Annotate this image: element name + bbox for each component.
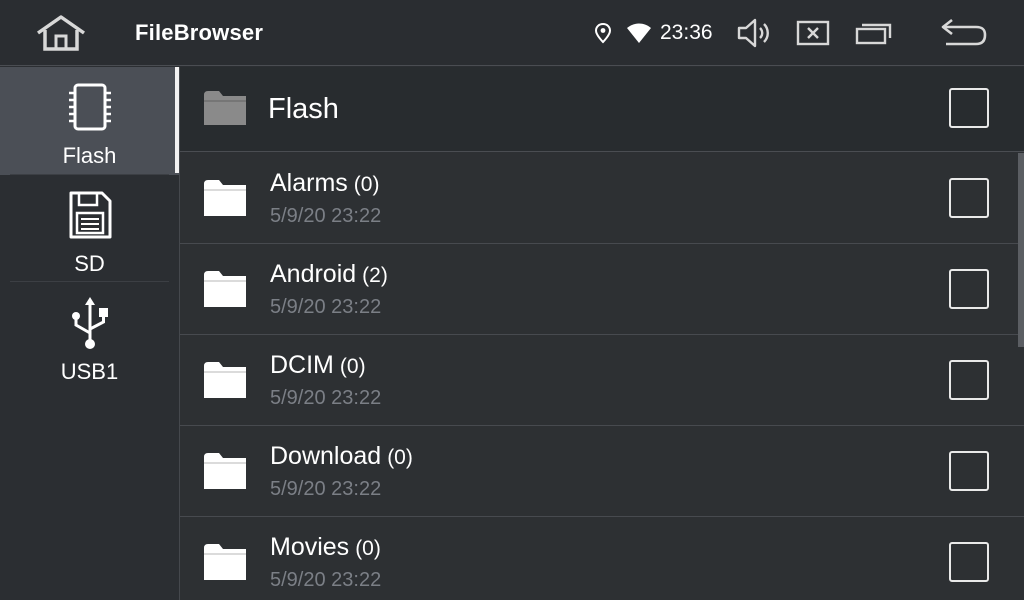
file-list-panel: Flash Alarms (0) 5/9/20 23:22 Android (2) …: [180, 67, 1024, 600]
item-count: (0): [387, 446, 413, 469]
home-icon: [37, 15, 85, 51]
current-folder-title: Flash: [268, 93, 339, 125]
folder-name: DCIM: [270, 351, 334, 379]
divider: [10, 281, 169, 282]
row-checkbox[interactable]: [949, 269, 989, 309]
wifi-icon: [627, 23, 651, 43]
list-item[interactable]: Movies (0) 5/9/20 23:22: [180, 517, 1024, 600]
modified-date: 5/9/20 23:22: [270, 296, 382, 318]
sidebar-item-label: SD: [74, 251, 105, 276]
sidebar-item-flash[interactable]: Flash: [0, 67, 179, 175]
folder-name: Android: [270, 260, 357, 288]
storage-sidebar: Flash SD USB1: [0, 67, 179, 600]
volume-icon: [737, 18, 769, 48]
location-icon: [594, 22, 612, 44]
modified-date: 5/9/20 23:22: [270, 205, 382, 227]
home-button[interactable]: [34, 14, 88, 52]
back-arrow-icon: [941, 18, 987, 46]
folder-icon: [204, 271, 246, 307]
folder-name: Download: [270, 442, 382, 470]
modified-date: 5/9/20 23:22: [270, 478, 382, 500]
usb-icon: [72, 297, 108, 349]
folder-name-line: Alarms (0): [270, 169, 379, 198]
folder-name: Movies: [270, 533, 350, 561]
row-checkbox[interactable]: [949, 451, 989, 491]
close-box-icon: [796, 20, 830, 46]
folder-name-line: Download (0): [270, 442, 413, 471]
item-count: (0): [339, 355, 366, 378]
row-checkbox[interactable]: [949, 542, 989, 582]
list-item[interactable]: DCIM (0) 5/9/20 23:22: [180, 335, 1024, 426]
folder-name-line: Movies (0): [270, 533, 381, 562]
folder-icon: [204, 91, 246, 125]
recent-apps-button[interactable]: [854, 16, 894, 50]
recent-apps-icon: [855, 23, 892, 45]
app-title: FileBrowser: [135, 20, 264, 45]
sidebar-item-usb1[interactable]: USB1: [0, 283, 179, 391]
folder-icon: [204, 453, 246, 489]
sidebar-item-label: Flash: [62, 143, 117, 168]
status-area: 23:36: [594, 18, 713, 48]
list-scrollbar[interactable]: [1018, 153, 1024, 347]
current-folder-header: Flash: [180, 67, 1024, 152]
item-count: (0): [353, 173, 380, 196]
folder-name: Alarms: [270, 169, 348, 197]
folder-name-line: DCIM (0): [270, 351, 366, 380]
top-bar: FileBrowser 23:36: [0, 0, 1024, 66]
status-clock: 23:36: [660, 21, 713, 44]
back-button[interactable]: [938, 16, 990, 50]
sd-card-icon: [69, 191, 112, 239]
folder-icon: [204, 362, 246, 398]
select-all-checkbox[interactable]: [949, 88, 989, 128]
modified-date: 5/9/20 23:22: [270, 569, 382, 591]
item-count: (0): [355, 537, 381, 560]
modified-date: 5/9/20 23:22: [270, 387, 382, 409]
row-checkbox[interactable]: [949, 360, 989, 400]
list-item[interactable]: Android (2) 5/9/20 23:22: [180, 244, 1024, 335]
close-app-button[interactable]: [796, 16, 830, 50]
volume-button[interactable]: [736, 16, 774, 50]
folder-icon: [204, 180, 246, 216]
row-checkbox[interactable]: [949, 178, 989, 218]
folder-icon: [204, 544, 246, 580]
list-item[interactable]: Download (0) 5/9/20 23:22: [180, 426, 1024, 517]
list-item[interactable]: Alarms (0) 5/9/20 23:22: [180, 153, 1024, 244]
chip-icon: [69, 83, 111, 131]
folder-name-line: Android (2): [270, 260, 388, 289]
sidebar-item-sd[interactable]: SD: [0, 175, 179, 283]
sidebar-item-label: USB1: [60, 359, 119, 384]
item-count: (2): [362, 264, 388, 287]
